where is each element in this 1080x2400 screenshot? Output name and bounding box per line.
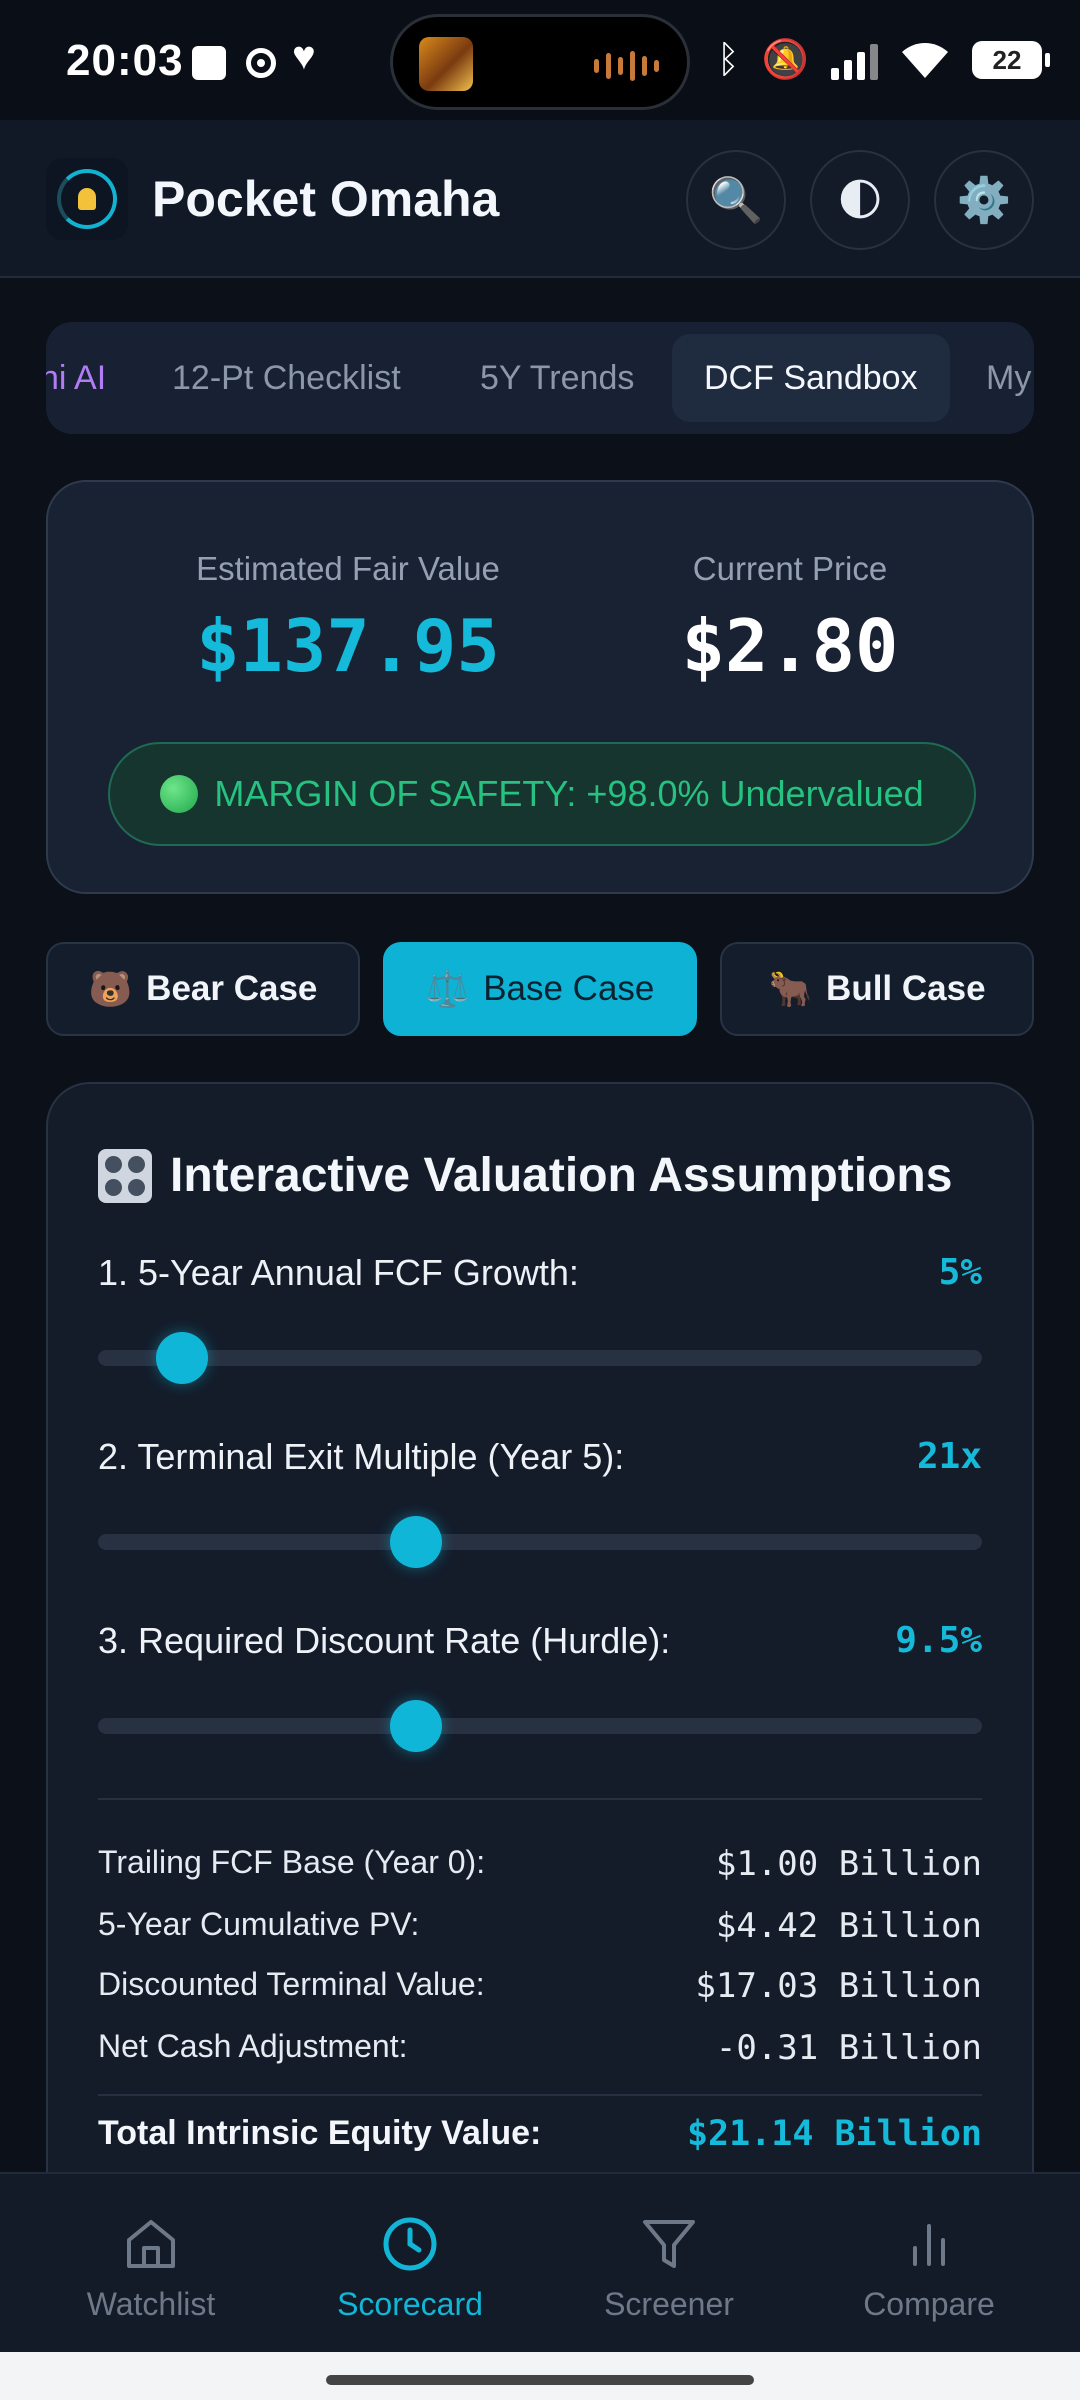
current-price: $2.80 — [681, 604, 899, 688]
summary-row-fcf-base: Trailing FCF Base (Year 0): $1.00 Billio… — [98, 1844, 982, 1884]
app-title: Pocket Omaha — [152, 171, 500, 227]
assumptions-heading: Interactive Valuation Assumptions — [98, 1148, 952, 1203]
bottom-navigation: Watchlist Scorecard Screener Compare — [0, 2172, 1080, 2352]
summary-row-terminal-value: Discounted Terminal Value: $17.03 Billio… — [98, 1966, 982, 2006]
summary-value: $1.00 Billion — [715, 1844, 982, 1884]
chrome-icon — [246, 48, 276, 78]
discount-rate-slider[interactable] — [98, 1700, 982, 1752]
tab-dcf-sandbox[interactable]: DCF Sandbox — [672, 334, 950, 422]
bell-icon — [78, 188, 96, 210]
bar-chart-icon — [913, 2224, 945, 2266]
fair-value: $137.95 — [196, 604, 500, 688]
nav-scorecard[interactable]: Scorecard — [275, 2174, 545, 2354]
total-intrinsic-value-row: Total Intrinsic Equity Value: $21.14 Bil… — [98, 2114, 982, 2154]
media-thumbnail — [419, 37, 473, 91]
margin-of-safety-badge: MARGIN OF SAFETY: +98.0% Undervalued — [108, 742, 976, 846]
nav-watchlist[interactable]: Watchlist — [16, 2174, 286, 2354]
battery-icon: 22 — [972, 41, 1050, 79]
app-logo — [46, 158, 128, 240]
heart-icon: ♥ — [292, 34, 316, 78]
divider — [98, 1798, 982, 1800]
nav-label: Screener — [604, 2286, 734, 2322]
search-button[interactable]: 🔍 — [686, 150, 786, 250]
total-value: $21.14 Billion — [686, 2114, 982, 2154]
exit-multiple-value: 21x — [916, 1436, 982, 1477]
status-icons: ᛒ 🔕 22 — [716, 34, 1050, 86]
bull-case-button[interactable]: 🐂 Bull Case — [720, 942, 1034, 1036]
bear-case-button[interactable]: 🐻 Bear Case — [46, 942, 360, 1036]
discount-rate-slider-thumb[interactable] — [390, 1700, 443, 1752]
total-label: Total Intrinsic Equity Value: — [98, 2114, 542, 2152]
mute-icon: 🔕 — [761, 39, 809, 81]
status-time: 20:03 — [66, 36, 184, 85]
tab-checklist[interactable]: 12-Pt Checklist — [172, 322, 401, 434]
assumptions-title: Interactive Valuation Assumptions — [170, 1149, 953, 1202]
bear-icon: 🐻 — [88, 969, 133, 1009]
discount-rate-label: 3. Required Discount Rate (Hurdle): — [98, 1620, 671, 1661]
scales-icon: ⚖️ — [425, 969, 470, 1009]
dynamic-island[interactable] — [390, 14, 690, 110]
fcf-growth-label: 1. 5-Year Annual FCF Growth: — [98, 1252, 579, 1293]
summary-value: $4.42 Billion — [715, 1906, 982, 1946]
nav-screener[interactable]: Screener — [534, 2174, 804, 2354]
battery-level: 22 — [992, 44, 1022, 75]
summary-label: 5-Year Cumulative PV: — [98, 1906, 420, 1942]
exit-multiple-slider[interactable] — [98, 1516, 982, 1568]
exit-multiple-slider-thumb[interactable] — [390, 1516, 443, 1568]
logo-ring-icon — [57, 169, 117, 229]
summary-label: Trailing FCF Base (Year 0): — [98, 1844, 486, 1880]
filter-icon — [643, 2220, 695, 2268]
bluetooth-icon: ᛒ — [716, 39, 740, 81]
home-icon — [127, 2220, 175, 2268]
valuation-summary-card: Estimated Fair Value $137.95 Current Pri… — [46, 480, 1034, 894]
current-price-label: Current Price — [692, 550, 888, 587]
tab-my[interactable]: My — [986, 322, 1031, 434]
search-icon: 🔍 — [708, 176, 764, 225]
audio-wave-icon — [594, 51, 659, 81]
moon-icon: 🌓 — [837, 175, 883, 225]
fcf-growth-slider[interactable] — [98, 1332, 982, 1384]
control-knobs-icon — [98, 1148, 152, 1203]
fcf-growth-slider-thumb[interactable] — [155, 1332, 208, 1384]
theme-toggle-button[interactable]: 🌓 — [810, 150, 910, 250]
bull-icon: 🐂 — [768, 969, 813, 1009]
summary-row-net-cash: Net Cash Adjustment: -0.31 Billion — [98, 2028, 982, 2068]
summary-value: $17.03 Billion — [695, 1966, 982, 2006]
nav-compare[interactable]: Compare — [794, 2174, 1064, 2354]
summary-value: -0.31 Billion — [715, 2028, 982, 2068]
scenario-selector: 🐻 Bear Case ⚖️ Base Case 🐂 Bull Case — [46, 942, 1034, 1036]
nav-label: Watchlist — [86, 2286, 216, 2322]
exit-multiple-label: 2. Terminal Exit Multiple (Year 5): — [98, 1436, 625, 1477]
tab-trends[interactable]: 5Y Trends — [480, 322, 634, 434]
notification-square-icon — [192, 46, 226, 80]
summary-label: Discounted Terminal Value: — [98, 1966, 485, 2002]
home-gesture-bar[interactable] — [326, 2375, 754, 2385]
nav-label: Compare — [863, 2286, 995, 2322]
margin-of-safety-text: MARGIN OF SAFETY: +98.0% Undervalued — [214, 773, 924, 814]
divider — [98, 2094, 982, 2096]
base-case-label: Base Case — [483, 969, 655, 1008]
discount-rate-value: 9.5% — [895, 1620, 982, 1661]
summary-row-cumulative-pv: 5-Year Cumulative PV: $4.42 Billion — [98, 1906, 982, 1946]
base-case-button[interactable]: ⚖️ Base Case — [383, 942, 697, 1036]
signal-icon — [831, 40, 878, 80]
bull-case-label: Bull Case — [826, 969, 986, 1008]
status-bar: 20:03 ♥ ᛒ 🔕 22 — [0, 0, 1080, 120]
nav-label: Scorecard — [337, 2286, 483, 2322]
fair-value-label: Estimated Fair Value — [196, 550, 500, 587]
app-header: Pocket Omaha 🔍 🌓 ⚙️ — [0, 120, 1080, 278]
summary-label: Net Cash Adjustment: — [98, 2028, 408, 2064]
tab-ai[interactable]: ni AI — [46, 322, 106, 434]
green-circle-icon — [160, 775, 199, 813]
tab-strip[interactable]: ni AI 12-Pt Checklist 5Y Trends DCF Sand… — [46, 322, 1034, 434]
clock-icon — [383, 2217, 437, 2271]
wifi-icon — [902, 43, 948, 78]
settings-button[interactable]: ⚙️ — [934, 150, 1034, 250]
bear-case-label: Bear Case — [146, 969, 318, 1008]
fcf-growth-value: 5% — [938, 1252, 982, 1293]
gear-icon: ⚙️ — [956, 176, 1012, 225]
